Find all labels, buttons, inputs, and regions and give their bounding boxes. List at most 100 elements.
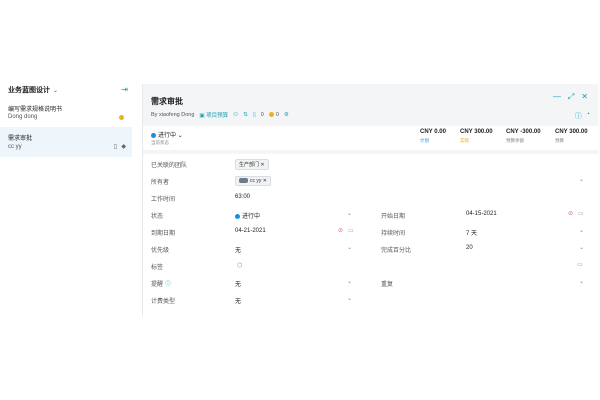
chevron-down-icon: ⌄: [177, 133, 183, 139]
panel-info-icons: ⓘ ◔: [575, 111, 590, 121]
sidebar-task-item-selected[interactable]: 需求审批 cc yy ▯ ◆: [0, 127, 132, 157]
add-tag-icon[interactable]: ⬡: [237, 262, 242, 269]
duration-value[interactable]: 7 天: [466, 228, 477, 237]
team-chip[interactable]: 生产部门 ✕: [235, 159, 269, 170]
percent-value[interactable]: 20: [466, 245, 473, 251]
team-row: 已关联的团队 生产部门 ✕: [143, 156, 599, 172]
task-form: 已关联的团队 生产部门 ✕ 所有者 cc yy ✕ ⌄ 工作时间 63:00 状…: [143, 154, 599, 316]
chevron-down-icon[interactable]: ⌄: [347, 295, 352, 302]
sidebar: 业务蓝图设计 ⌄ ⇥ 编写需求规格说明书 Dong dong 需求审批 cc y…: [0, 80, 132, 320]
stat-value: CNY 0.00: [420, 129, 446, 135]
info-icon[interactable]: ⓘ: [575, 111, 582, 121]
duration-label: 持续时间: [381, 231, 406, 237]
attachment-icon[interactable]: ▯: [114, 143, 117, 150]
priority-value[interactable]: 无: [235, 245, 241, 254]
sidebar-title: 业务蓝图设计: [8, 87, 50, 94]
diamond-icon[interactable]: ◆: [121, 143, 126, 150]
percent-label: 完成百分比: [381, 248, 412, 254]
window-controls: — ⤢ ✕: [553, 92, 588, 102]
due-duration-row: 到期日期 04-21-2021 ⊘ ▭ 持续时间 7 天 ⌄: [143, 224, 599, 240]
chevron-down-icon[interactable]: ⌄: [347, 210, 352, 217]
sidebar-task-item[interactable]: 编写需求规格说明书 Dong dong: [0, 101, 132, 127]
tags-label: 标签: [151, 265, 164, 271]
info-icon[interactable]: ⓘ: [165, 282, 171, 288]
status-dot-icon: [119, 115, 124, 120]
status-value: 进行中: [158, 133, 177, 139]
priority-percent-row: 优先级 无 ⌄ 完成百分比 20 ⌄: [143, 241, 599, 257]
status-dot-icon: [151, 132, 156, 138]
link-icon[interactable]: ⇅: [243, 112, 248, 118]
owner-row: 所有者 cc yy ✕ ⌄: [143, 173, 599, 189]
author-text: By xiaofeng Dong: [151, 112, 195, 118]
status-label: 状态: [151, 214, 164, 220]
remove-icon[interactable]: ✕: [263, 178, 267, 184]
collapse-sidebar-icon[interactable]: ⇥: [121, 85, 128, 94]
chevron-down-icon[interactable]: ⌄: [579, 227, 584, 234]
stat-label: 计划: [420, 138, 429, 143]
avatar: [239, 178, 248, 184]
remind-label: 提醒: [151, 282, 164, 288]
chevron-down-icon[interactable]: ⌄: [579, 176, 584, 183]
stat-balance: CNY -300.00 预算余额: [506, 129, 541, 144]
clear-date-icon[interactable]: ⊘: [338, 227, 343, 234]
remind-label-wrap: 提醒 ⓘ: [151, 279, 171, 288]
calendar-icon[interactable]: ▭: [348, 227, 354, 234]
budget-stats-bar: 进行中 ⌄ 当前状态 CNY 0.00 计划 CNY 300.00 实际 CNY…: [143, 126, 599, 150]
stat-value: CNY -300.00: [506, 129, 541, 135]
worktime-label: 工作时间: [151, 197, 176, 203]
chevron-down-icon[interactable]: ⌄: [347, 244, 352, 251]
chevron-down-icon[interactable]: ⌄: [347, 278, 352, 285]
remind-repeat-row: 提醒 ⓘ 无 ⌄ 重复 ⌄: [143, 275, 599, 291]
clear-date-icon[interactable]: ⊘: [568, 210, 573, 217]
close-icon[interactable]: ✕: [581, 92, 588, 102]
chevron-down-icon[interactable]: ⌄: [579, 244, 584, 251]
chevron-down-icon[interactable]: ⌄: [579, 278, 584, 285]
attachment-icon[interactable]: ▯: [253, 112, 256, 118]
owner-chip-label: cc yy: [250, 178, 262, 184]
tag-icon[interactable]: ▭: [577, 261, 583, 268]
status-sub-label: 当前状态: [151, 140, 169, 145]
status-dropdown[interactable]: 进行中 ⌄: [151, 130, 183, 139]
page-title: 需求审批: [151, 97, 183, 106]
billing-value[interactable]: 无: [235, 296, 241, 305]
stat-value: CNY 300.00: [555, 129, 588, 135]
settings-icon[interactable]: ⚙: [284, 112, 289, 118]
coin-icon: [268, 112, 274, 118]
billing-row: 计费类型 无 ⌄: [143, 292, 599, 308]
task-owner: Dong dong: [8, 114, 38, 120]
project-budget-label: 项目预算: [206, 113, 229, 119]
task-title: 需求审批: [8, 136, 33, 142]
remove-icon[interactable]: ✕: [260, 162, 264, 168]
calendar-icon[interactable]: ▭: [578, 210, 584, 217]
coin-count-wrap[interactable]: 0: [268, 112, 279, 118]
repeat-label: 重复: [381, 282, 394, 288]
stat-planned: CNY 0.00 计划: [420, 129, 446, 144]
tags-row: 标签 ⬡ ▭: [143, 258, 599, 274]
sidebar-header[interactable]: 业务蓝图设计 ⌄ ⇥: [8, 85, 128, 95]
coin-count: 0: [275, 112, 279, 118]
remind-value[interactable]: 无: [235, 279, 241, 288]
chevron-down-icon[interactable]: ⌄: [53, 87, 58, 94]
start-date-value[interactable]: 04-15-2021: [466, 211, 497, 217]
team-field[interactable]: 生产部门 ✕: [235, 159, 269, 170]
team-label: 已关联的团队: [151, 163, 188, 169]
detach-icon[interactable]: ⤢: [568, 92, 574, 102]
owner-label: 所有者: [151, 180, 170, 186]
comment-count[interactable]: 0: [261, 112, 264, 118]
project-budget-link[interactable]: ▣ 项目预算: [199, 111, 228, 119]
team-chip-label: 生产部门: [239, 162, 260, 168]
task-detail-panel: 需求审批 — ⤢ ✕ By xiaofeng Dong ▣ 项目预算 ⚇ ⇅ ▯…: [142, 84, 599, 316]
worktime-value[interactable]: 63:00: [235, 194, 250, 200]
owner-field[interactable]: cc yy ✕: [235, 176, 271, 186]
owner-chip[interactable]: cc yy ✕: [235, 176, 271, 186]
minimize-icon[interactable]: —: [553, 92, 561, 102]
stat-label: 实际: [460, 138, 469, 143]
billing-label: 计费类型: [151, 299, 176, 305]
status-field[interactable]: 进行中: [235, 211, 260, 220]
stat-label: 预算: [555, 138, 564, 143]
history-icon[interactable]: ◔: [586, 111, 590, 121]
subtask-icon[interactable]: ⚇: [233, 112, 238, 118]
due-date-value[interactable]: 04-21-2021: [235, 228, 266, 234]
worktime-row: 工作时间 63:00: [143, 190, 599, 206]
status-start-row: 状态 进行中 ⌄ 开始日期 04-15-2021 ⊘ ▭: [143, 207, 599, 223]
